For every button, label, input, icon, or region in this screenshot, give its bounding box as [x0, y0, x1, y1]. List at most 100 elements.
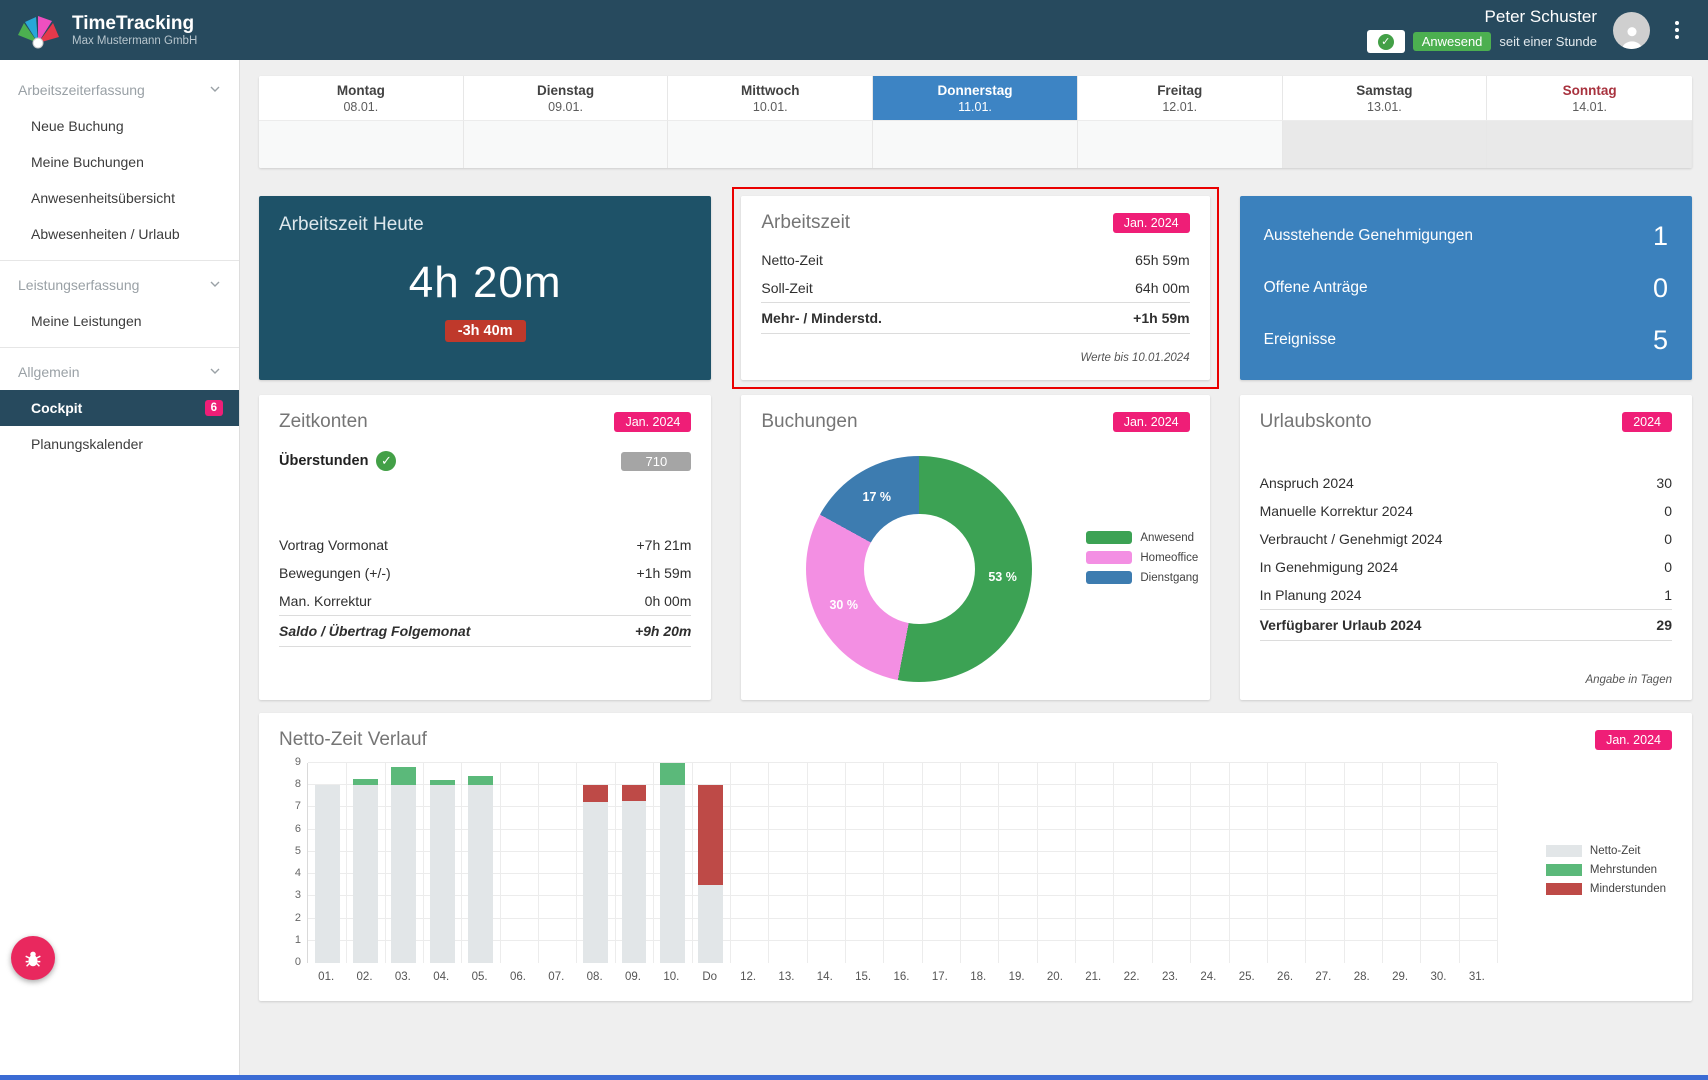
sidebar-section-header[interactable]: Arbeitszeiterfassung	[0, 72, 239, 108]
gridline	[461, 763, 462, 963]
gridline	[730, 763, 731, 963]
bar-netto-zeit	[622, 801, 647, 963]
gridline	[960, 763, 961, 963]
legend-label: Dienstgang	[1140, 572, 1198, 584]
y-tick-label: 6	[279, 823, 301, 835]
y-tick-label: 0	[279, 956, 301, 968]
stat-label: Bewegungen (+/-)	[279, 565, 391, 581]
gridline	[922, 763, 923, 963]
person-icon	[1619, 23, 1645, 49]
sidebar-item-meine-leistungen[interactable]: Meine Leistungen	[0, 303, 239, 339]
sidebar-section-header[interactable]: Allgemein	[0, 354, 239, 390]
week-day-cell-dienstag[interactable]	[464, 120, 669, 168]
gridline	[385, 763, 386, 963]
day-date: 11.01.	[958, 100, 992, 114]
week-day-cell-montag[interactable]	[259, 120, 464, 168]
legend-label: Netto-Zeit	[1590, 845, 1641, 857]
sidebar-item-neue-buchung[interactable]: Neue Buchung	[0, 108, 239, 144]
gridline	[615, 763, 616, 963]
x-tick-label: 20.	[1038, 971, 1072, 983]
week-day-cell-donnerstag[interactable]	[873, 120, 1078, 168]
stat-label: Man. Korrektur	[279, 593, 372, 609]
sidebar-item-cockpit[interactable]: Cockpit6	[0, 390, 239, 426]
stat-row: Verbraucht / Genehmigt 20240	[1260, 525, 1672, 553]
donut-slice-label: 17 %	[863, 490, 892, 504]
week-day-header-dienstag[interactable]: Dienstag09.01.	[464, 76, 669, 120]
bar-minderstunden	[622, 785, 647, 801]
stat-value: 0	[1664, 559, 1672, 575]
gridline	[1075, 763, 1076, 963]
app-title: TimeTracking	[72, 13, 197, 35]
week-day-header-samstag[interactable]: Samstag13.01.	[1283, 76, 1488, 120]
week-day-header-montag[interactable]: Montag08.01.	[259, 76, 464, 120]
gridline	[807, 763, 808, 963]
week-day-cell-sonntag[interactable]	[1487, 120, 1692, 168]
gridline	[1190, 763, 1191, 963]
y-tick-label: 1	[279, 934, 301, 946]
stat-value: +1h 59m	[1133, 310, 1189, 326]
bar-netto-zeit	[698, 885, 723, 963]
approval-row: Ereignisse5	[1264, 325, 1668, 356]
x-tick-label: 09.	[616, 971, 650, 983]
gridline	[845, 763, 846, 963]
stat-value: 0	[1664, 503, 1672, 519]
week-day-header-mittwoch[interactable]: Mittwoch10.01.	[668, 76, 873, 120]
gridline	[692, 763, 693, 963]
bar-mehrstunden	[391, 767, 416, 785]
stat-row: Bewegungen (+/-)+1h 59m	[279, 559, 691, 587]
x-tick-label: 25.	[1230, 971, 1264, 983]
stat-row: Man. Korrektur0h 00m	[279, 587, 691, 615]
stat-label: In Genehmigung 2024	[1260, 559, 1399, 575]
time-delta-badge: -3h 40m	[445, 320, 526, 342]
stat-label: In Planung 2024	[1260, 587, 1362, 603]
presence-since: seit einer Stunde	[1499, 34, 1597, 49]
x-tick-label: 16.	[885, 971, 919, 983]
gridline	[768, 763, 769, 963]
x-tick-label: 29.	[1383, 971, 1417, 983]
y-tick-label: 7	[279, 800, 301, 812]
x-tick-label: 14.	[808, 971, 842, 983]
sidebar-item-meine-buchungen[interactable]: Meine Buchungen	[0, 144, 239, 180]
day-name: Mittwoch	[741, 83, 800, 98]
bottom-accent-bar	[0, 1075, 1708, 1080]
sidebar-item-planungskalender[interactable]: Planungskalender	[0, 426, 239, 462]
legend-swatch	[1086, 571, 1132, 584]
week-day-cell-samstag[interactable]	[1283, 120, 1488, 168]
week-day-cell-freitag[interactable]	[1078, 120, 1283, 168]
week-day-header-donnerstag[interactable]: Donnerstag11.01.	[873, 76, 1078, 120]
bug-icon	[22, 947, 44, 969]
stat-value: 30	[1656, 475, 1672, 491]
sidebar-item-abwesenheiten-urlaub[interactable]: Abwesenheiten / Urlaub	[0, 216, 239, 252]
week-day-header-sonntag[interactable]: Sonntag14.01.	[1487, 76, 1692, 120]
clock-in-button[interactable]: ✓	[1367, 30, 1405, 53]
x-tick-label: 05.	[463, 971, 497, 983]
x-tick-label: 17.	[923, 971, 957, 983]
bar-netto-zeit	[430, 785, 455, 963]
x-tick-label: 15.	[846, 971, 880, 983]
week-day-cell-mittwoch[interactable]	[668, 120, 873, 168]
gridline	[1037, 763, 1038, 963]
stat-label: Vortrag Vormonat	[279, 537, 388, 553]
x-tick-label: 18.	[961, 971, 995, 983]
gridline	[1267, 763, 1268, 963]
bar-mehrstunden	[430, 780, 455, 786]
y-tick-label: 5	[279, 845, 301, 857]
x-tick-label: 02.	[348, 971, 382, 983]
more-menu-button[interactable]	[1668, 21, 1686, 39]
stat-value: +9h 20m	[635, 623, 691, 639]
y-tick-label: 3	[279, 889, 301, 901]
week-day-header-freitag[interactable]: Freitag12.01.	[1078, 76, 1283, 120]
stat-value: +7h 21m	[637, 537, 692, 553]
sidebar-item-anwesenheits-bersicht[interactable]: Anwesenheitsübersicht	[0, 180, 239, 216]
sidebar-section-header[interactable]: Leistungserfassung	[0, 267, 239, 303]
day-date: 08.01.	[343, 100, 378, 114]
app-logo-icon	[16, 10, 60, 50]
bar-netto-zeit	[468, 785, 493, 963]
feedback-fab-button[interactable]	[11, 936, 55, 980]
avatar[interactable]	[1613, 12, 1650, 49]
bar-netto-zeit	[660, 785, 685, 963]
card-title: Arbeitszeit Heute	[279, 214, 691, 236]
approval-row: Offene Anträge0	[1264, 273, 1668, 304]
gridline	[1420, 763, 1421, 963]
x-tick-label: 30.	[1421, 971, 1455, 983]
